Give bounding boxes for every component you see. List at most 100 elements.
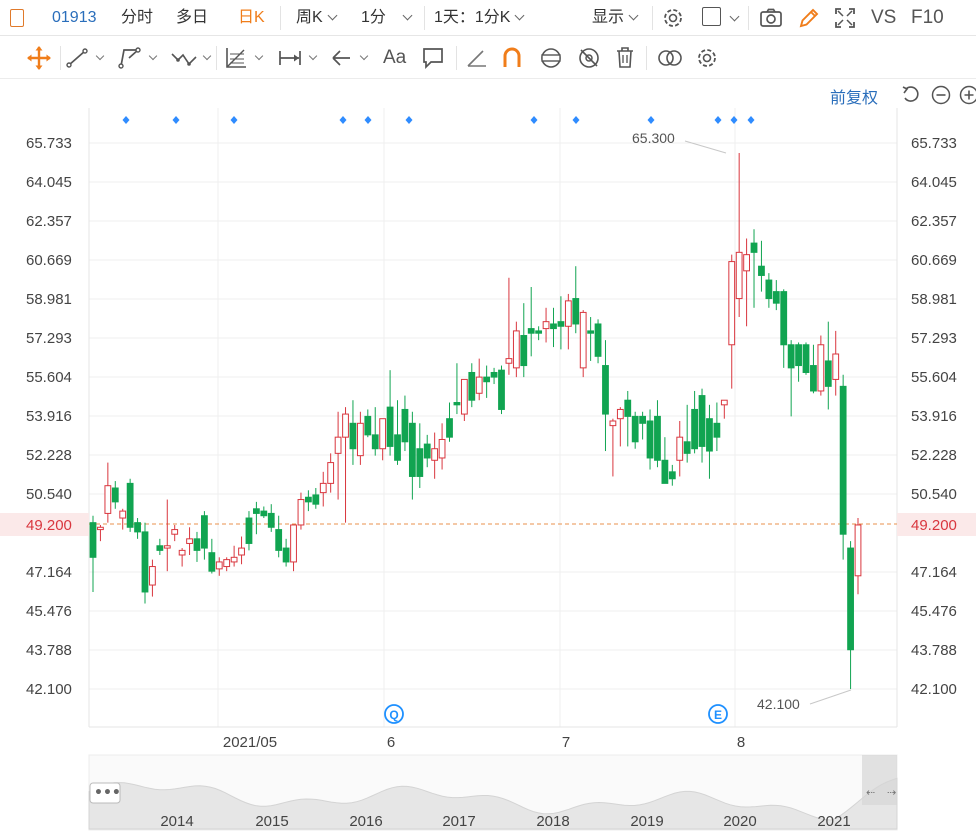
candle[interactable] xyxy=(119,508,127,530)
candle[interactable] xyxy=(787,340,795,417)
chevron-down-icon[interactable] xyxy=(254,51,264,61)
candle[interactable] xyxy=(579,310,587,378)
candle[interactable] xyxy=(550,307,557,348)
candle[interactable] xyxy=(490,367,498,385)
collapse-panel-icon[interactable] xyxy=(10,9,24,27)
polyline-icon[interactable] xyxy=(118,45,142,71)
candle[interactable] xyxy=(290,524,297,572)
candle[interactable] xyxy=(832,330,840,396)
chevron-down-icon[interactable] xyxy=(148,51,158,61)
candle[interactable] xyxy=(401,395,409,452)
candle[interactable] xyxy=(512,321,520,378)
event-diamond-marker[interactable] xyxy=(647,116,655,124)
candle[interactable] xyxy=(624,390,632,447)
candles[interactable] xyxy=(89,153,862,689)
event-diamond-marker[interactable] xyxy=(730,116,738,124)
candle[interactable] xyxy=(616,407,624,447)
candle[interactable] xyxy=(171,524,179,542)
candle[interactable] xyxy=(238,536,245,565)
candle[interactable] xyxy=(772,280,780,311)
chevron-down-icon[interactable] xyxy=(729,11,740,22)
candle[interactable] xyxy=(371,407,379,456)
text-tool-button[interactable]: Aa xyxy=(383,45,406,71)
candle[interactable] xyxy=(423,434,431,468)
candle[interactable] xyxy=(765,273,773,308)
candle[interactable] xyxy=(297,492,305,530)
event-diamond-marker[interactable] xyxy=(747,116,755,124)
candle[interactable] xyxy=(498,365,505,415)
candle[interactable] xyxy=(587,317,595,361)
candle[interactable] xyxy=(639,411,647,440)
symbol-code[interactable]: 01913 xyxy=(52,0,97,36)
interval-selector[interactable]: 1天：1分K xyxy=(434,0,525,36)
candle[interactable] xyxy=(386,370,394,456)
candle[interactable] xyxy=(267,504,275,532)
event-diamond-marker[interactable] xyxy=(339,116,347,124)
candle[interactable] xyxy=(735,153,743,318)
candle[interactable] xyxy=(275,515,283,558)
hide-eye-icon[interactable] xyxy=(576,45,602,71)
candle[interactable] xyxy=(824,321,832,410)
candle[interactable] xyxy=(89,515,97,592)
candle[interactable] xyxy=(810,344,817,394)
candle[interactable] xyxy=(416,423,424,489)
chevron-down-icon[interactable] xyxy=(308,51,318,61)
candle[interactable] xyxy=(126,478,134,532)
tab-weekly-k[interactable]: 周K xyxy=(296,0,338,36)
candle[interactable] xyxy=(460,378,468,422)
event-diamond-marker[interactable] xyxy=(714,116,722,124)
candle[interactable] xyxy=(379,418,387,461)
event-diamond-marker[interactable] xyxy=(572,116,580,124)
candle[interactable] xyxy=(557,296,565,350)
candle[interactable] xyxy=(342,407,349,523)
candle[interactable] xyxy=(661,437,669,484)
move-crosshair-icon[interactable] xyxy=(26,45,52,71)
candle[interactable] xyxy=(364,409,372,438)
event-markers[interactable] xyxy=(122,116,755,124)
chevron-down-icon[interactable] xyxy=(202,51,212,61)
candle[interactable] xyxy=(223,557,231,572)
lock-drawings-icon[interactable] xyxy=(538,45,564,71)
tab-intraday[interactable]: 分时 xyxy=(121,0,153,36)
layout-box-icon[interactable] xyxy=(702,7,721,26)
candle[interactable] xyxy=(253,501,260,535)
wave-pattern-icon[interactable] xyxy=(170,45,198,71)
candle[interactable] xyxy=(215,557,223,576)
candle[interactable] xyxy=(668,464,676,486)
candle[interactable] xyxy=(802,342,810,375)
candle[interactable] xyxy=(186,527,193,556)
candle[interactable] xyxy=(780,289,788,368)
candle[interactable] xyxy=(743,238,750,327)
candle[interactable] xyxy=(178,548,186,567)
event-diamond-marker[interactable] xyxy=(230,116,238,124)
event-diamond-marker[interactable] xyxy=(172,116,180,124)
candle[interactable] xyxy=(631,411,639,449)
event-diamond-marker[interactable] xyxy=(122,116,130,124)
candle[interactable] xyxy=(483,365,491,398)
candle[interactable] xyxy=(260,506,268,519)
navigator-handle-right[interactable]: ⇢ xyxy=(887,786,896,799)
candle[interactable] xyxy=(334,411,342,500)
candle[interactable] xyxy=(564,293,572,350)
event-diamond-marker[interactable] xyxy=(530,116,538,124)
fibonacci-grid-icon[interactable] xyxy=(224,45,248,71)
candlestick-chart[interactable]: 65.733 64.045 62.357 60.669 58.981 57.293 55.6… xyxy=(0,80,976,833)
candle[interactable] xyxy=(394,400,401,465)
candle[interactable] xyxy=(728,254,736,389)
candle[interactable] xyxy=(817,335,825,396)
candle[interactable] xyxy=(245,511,253,551)
compare-vs-button[interactable]: VS xyxy=(871,0,896,36)
candle[interactable] xyxy=(758,240,765,292)
candle[interactable] xyxy=(542,307,550,343)
navigator-handle-left[interactable]: ⇠ xyxy=(866,786,875,799)
drawing-settings-gear-icon[interactable] xyxy=(694,45,720,71)
candle[interactable] xyxy=(356,411,364,465)
earnings-badge[interactable]: E xyxy=(708,704,728,724)
candle[interactable] xyxy=(572,266,580,334)
candle[interactable] xyxy=(475,358,483,401)
candle[interactable] xyxy=(111,481,119,509)
display-dropdown[interactable]: 显示 xyxy=(592,0,639,36)
magnet-icon[interactable] xyxy=(500,45,524,71)
tab-daily-k[interactable]: 日K xyxy=(238,0,265,36)
comment-icon[interactable] xyxy=(421,45,445,71)
